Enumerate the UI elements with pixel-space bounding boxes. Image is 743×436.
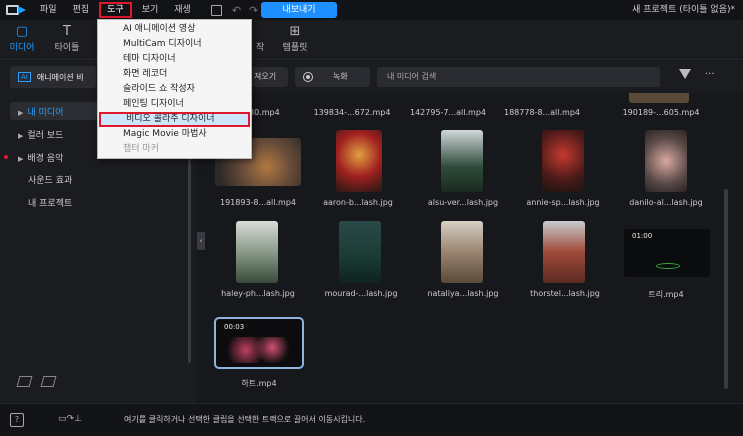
media-thumbnail[interactable] [629, 93, 689, 103]
import-button[interactable]: 져오기 [248, 67, 288, 87]
menu-view[interactable]: 보기 [136, 2, 165, 18]
tab-partial-label: 작 [255, 43, 265, 53]
label-bg-music: 배경 음악 [27, 154, 64, 164]
media-caption: annie-sp...lash.jpg [526, 198, 600, 207]
menu-item-slideshow[interactable]: 슬라이드 쇼 작성자 [98, 82, 251, 97]
media-caption: 하트.mp4 [241, 379, 277, 388]
status-hint: 여기를 클릭하거나 선택한 클립을 선택한 트랙으로 끌어서 이동시킵니다. [124, 415, 366, 424]
sidebar-item-color-board[interactable]: ▶ 컬러 보드 [18, 128, 63, 141]
menu-item-magic-movie[interactable]: Magic Movie 마법사 [98, 127, 251, 142]
mode-selector[interactable]: AI 애니메이션 비 [10, 66, 96, 88]
new-dot-icon [4, 155, 8, 159]
menu-edit[interactable]: 편집 [67, 2, 96, 18]
collapse-sidebar-button[interactable]: ‹ [197, 232, 205, 250]
record-label: 녹화 [333, 72, 348, 81]
media-caption: haley-ph...lash.jpg [221, 289, 295, 298]
menu-item-ai-animation[interactable]: AI 애니메이션 영상 [98, 22, 251, 37]
sidebar-item-bg-music[interactable]: ▶ 배경 음악 [18, 151, 63, 164]
heart-sparkles [226, 337, 292, 363]
media-caption: aaron-b...lash.jpg [323, 198, 393, 207]
media-thumbnail[interactable] [339, 221, 381, 283]
import-label: 져오기 [254, 72, 277, 81]
media-thumbnail[interactable]: 01:00 [624, 229, 710, 277]
expand-icon: ▶ [18, 155, 24, 163]
tab-title-label: 타이틀 [54, 43, 80, 53]
media-thumbnail[interactable] [441, 130, 483, 192]
media-caption: 139834-...672.mp4 [313, 108, 391, 117]
media-thumbnail[interactable] [236, 221, 278, 283]
tree-glow [656, 263, 680, 269]
mode-label: 애니메이션 비 [36, 72, 84, 82]
add-tag-icon[interactable] [16, 376, 33, 387]
sidebar-scrollbar[interactable] [188, 133, 191, 363]
media-caption: 트리.mp4 [648, 290, 684, 299]
sidebar-item-my-project[interactable]: 내 프로젝트 [28, 196, 72, 209]
media-caption: 142795-7...all.mp4 [410, 108, 486, 117]
search-input[interactable]: 내 미디어 검색 [377, 67, 660, 87]
sidebar-item-my-media-label: ▶ 내 미디어 [18, 105, 63, 118]
more-icon[interactable]: ··· [705, 69, 715, 80]
menu-tools[interactable]: 도구 [99, 2, 132, 18]
ai-icon: AI [18, 72, 31, 82]
tab-template[interactable]: ⊞ 템플릿 [277, 24, 313, 53]
media-icon: ▢ [15, 24, 29, 39]
menu-item-screen-recorder[interactable]: 화면 레코더 [98, 67, 251, 82]
template-icon: ⊞ [289, 24, 301, 39]
search-placeholder: 내 미디어 검색 [387, 72, 437, 81]
remove-tag-icon[interactable] [40, 376, 57, 387]
menu-file[interactable]: 파일 [34, 2, 63, 18]
help-icon[interactable]: ? [10, 413, 24, 427]
media-caption: thorstel...lash.jpg [530, 289, 600, 298]
tab-media-label: 미디어 [9, 43, 35, 53]
tab-media[interactable]: ▢ 미디어 [4, 24, 40, 53]
menu-item-video-collage[interactable]: 비디오 콜라주 디자이너 [99, 112, 250, 127]
library-scrollbar[interactable] [724, 189, 728, 389]
menu-bar: 파일 편집 도구 보기 재생 ↶ ↷ 내보내기 새 프로젝트 (타이틀 없음)* [0, 0, 743, 20]
media-thumbnail[interactable] [543, 221, 585, 283]
menu-item-chapter-marker: 챕터 마커 [123, 144, 159, 154]
media-thumbnail[interactable] [336, 130, 382, 192]
tab-title[interactable]: T 타이틀 [49, 24, 85, 53]
media-library: ...580.mp4 139834-...672.mp4 142795-7...… [205, 93, 730, 403]
menu-item-multicam[interactable]: MultiCam 디자이너 [98, 37, 251, 52]
status-bar: ? ▭↷⊥ 여기를 클릭하거나 선택한 클립을 선택한 트랙으로 끌어서 이동시… [0, 403, 743, 436]
save-icon[interactable] [210, 4, 222, 16]
media-thumbnail[interactable] [645, 130, 687, 192]
duration-badge: 01:00 [632, 232, 653, 240]
media-caption: 188778-8...all.mp4 [504, 108, 580, 117]
label-color-board: 컬러 보드 [27, 131, 64, 141]
tab-template-label: 템플릿 [282, 43, 308, 53]
duration-badge: 00:03 [224, 323, 245, 331]
media-caption: 190189-...605.mp4 [622, 108, 700, 117]
app-logo-icon [6, 3, 30, 17]
title-icon: T [63, 24, 71, 39]
menu-item-paint-designer[interactable]: 페인팅 디자이너 [98, 97, 251, 112]
media-caption: mourad-...lash.jpg [324, 289, 398, 298]
label-my-media: 내 미디어 [27, 108, 64, 118]
menu-item-theme-designer[interactable]: 테마 디자이너 [98, 52, 251, 67]
project-title: 새 프로젝트 (타이틀 없음)* [632, 5, 735, 15]
media-thumbnail[interactable] [542, 130, 584, 192]
undo-icon[interactable]: ↶ [232, 4, 241, 17]
filter-icon[interactable] [679, 69, 691, 79]
export-button[interactable]: 내보내기 [261, 2, 337, 18]
expand-icon: ▶ [18, 132, 24, 140]
record-button[interactable]: 녹화 [295, 67, 370, 87]
media-caption: 191893-8...all.mp4 [220, 198, 296, 207]
media-caption: alsu-ver...lash.jpg [427, 198, 499, 207]
menu-play[interactable]: 재생 [168, 2, 197, 18]
redo-icon[interactable]: ↷ [249, 4, 258, 17]
media-caption: nataliya...lash.jpg [427, 289, 499, 298]
media-thumbnail[interactable] [441, 221, 483, 283]
tools-dropdown-menu: AI 애니메이션 영상 MultiCam 디자이너 테마 디자이너 화면 레코더… [97, 19, 252, 159]
media-thumbnail-selected[interactable]: 00:03 [214, 317, 304, 369]
record-icon [303, 72, 313, 82]
media-caption: danilo-al...lash.jpg [629, 198, 703, 207]
track-link-icon[interactable]: ▭↷⊥ [58, 414, 82, 424]
sidebar-item-sound-fx[interactable]: 사운드 효과 [28, 173, 72, 186]
expand-icon: ▶ [18, 109, 24, 117]
